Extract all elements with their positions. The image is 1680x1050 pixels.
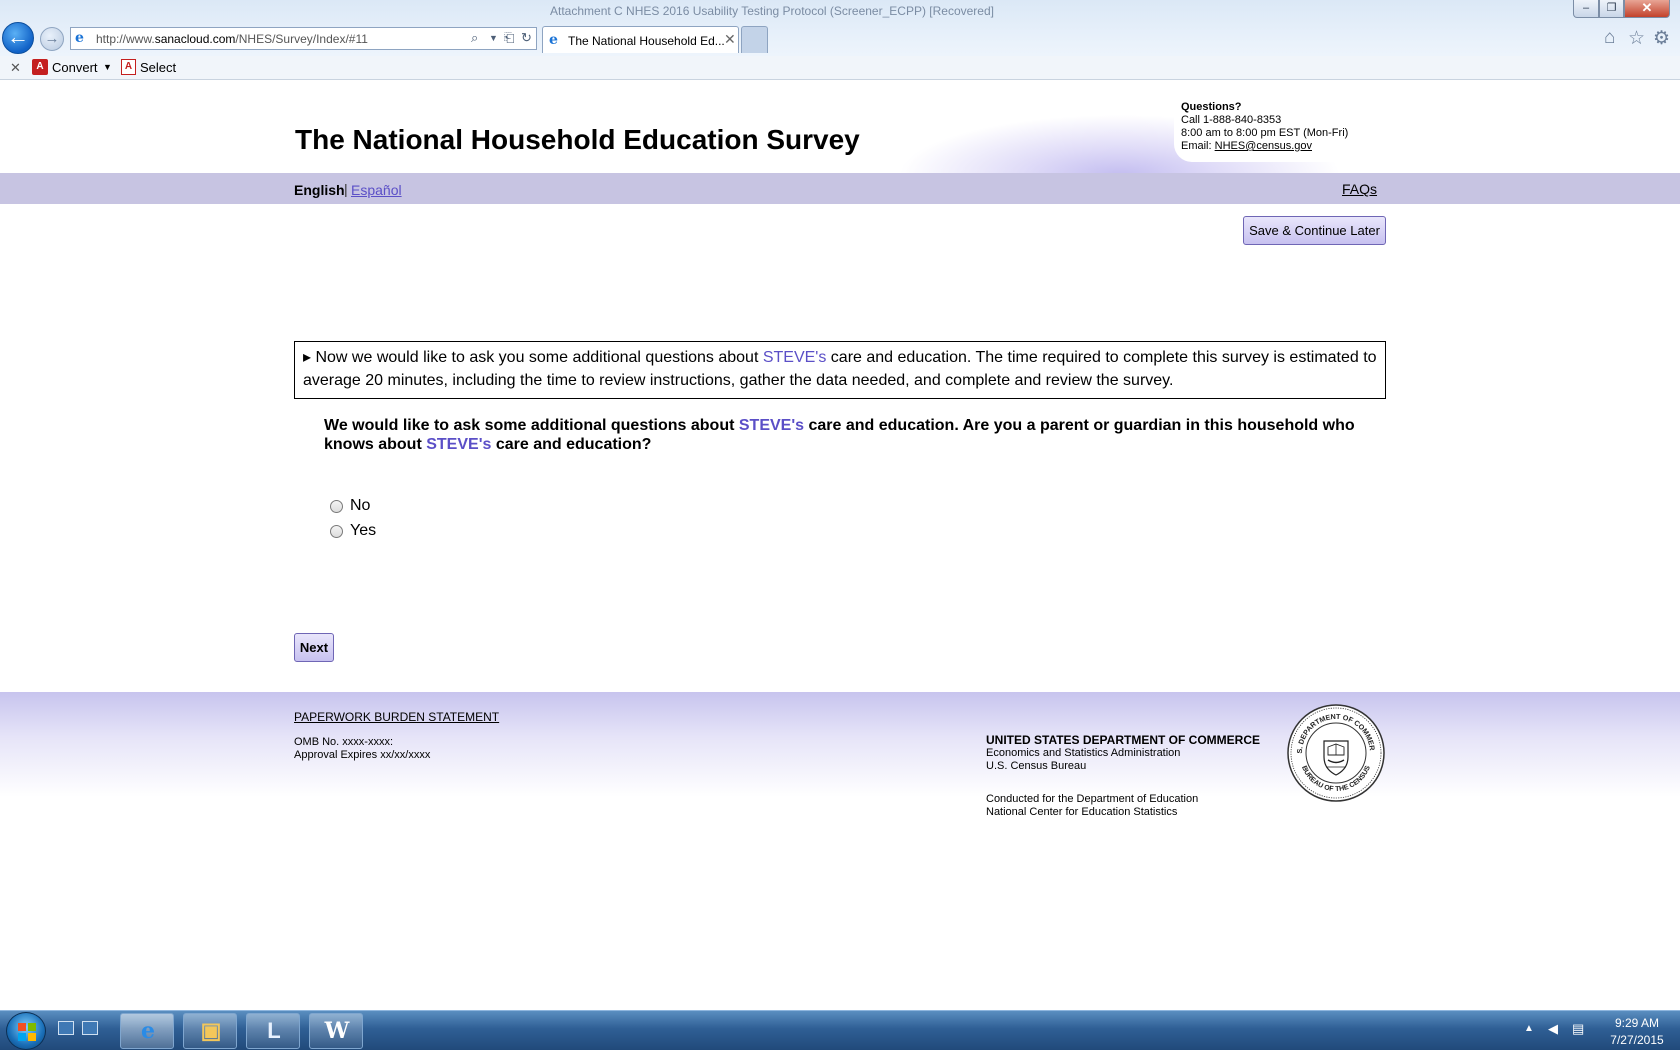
contact-phone: Call 1-888-840-8353 (1181, 114, 1282, 126)
show-desktop-icon[interactable] (58, 1021, 74, 1035)
intro-text-1: Now we would like to ask you some additi… (311, 349, 763, 366)
intro-marker: ▸ (303, 349, 312, 366)
header-band: The National Household Education Survey … (0, 80, 1680, 173)
close-toolbar-icon[interactable]: ✕ (10, 60, 21, 76)
faqs-link[interactable]: FAQs (1342, 181, 1377, 197)
child-name: STEVE's (738, 417, 805, 434)
gear-icon[interactable]: ⚙ (1653, 27, 1670, 50)
conducted-line-2: National Center for Education Statistics (986, 806, 1178, 818)
question-text: We would like to ask some additional que… (324, 416, 1384, 454)
browser-chrome: Attachment C NHES 2016 Usability Testing… (0, 0, 1680, 80)
pdf-select-icon[interactable]: A (121, 59, 136, 75)
home-icon[interactable]: ⌂ (1604, 27, 1615, 49)
network-icon[interactable]: ▤ (1572, 1021, 1584, 1037)
word-icon: W (324, 1018, 350, 1044)
search-icon[interactable]: ⌕ (471, 30, 478, 46)
page-title: The National Household Education Survey (295, 124, 860, 155)
taskbar-internet-explorer[interactable]: e (120, 1013, 174, 1049)
select-button[interactable]: Select (140, 60, 176, 75)
next-button[interactable]: Next (294, 633, 334, 662)
ie-page-icon: e (549, 32, 558, 48)
windows-logo-icon (18, 1023, 36, 1041)
radio-no[interactable] (330, 500, 343, 513)
question-part-1: We would like to ask some additional que… (324, 417, 739, 434)
clock-time[interactable]: 9:29 AM (1606, 1016, 1668, 1030)
omb-number: OMB No. xxxx-xxxx: (294, 736, 394, 748)
address-bar[interactable]: e http://www.sanacloud.com/NHES/Survey/I… (70, 27, 537, 50)
ie-icon: e (141, 1018, 155, 1044)
tab-close-icon[interactable]: ✕ (724, 31, 736, 48)
omb-info: OMB No. xxxx-xxxx: Approval Expires xx/x… (294, 736, 430, 762)
contact-hours: 8:00 am to 8:00 pm EST (Mon-Fri) (1181, 127, 1349, 139)
contact-heading: Questions? (1181, 101, 1242, 113)
ie-page-icon: e (75, 30, 84, 46)
department-info: UNITED STATES DEPARTMENT OF COMMERCE Eco… (986, 734, 1260, 773)
paperwork-burden-link[interactable]: PAPERWORK BURDEN STATEMENT (294, 710, 499, 724)
contact-box: Questions? Call 1-888-840-8353 8:00 am t… (1174, 97, 1374, 162)
contact-email-link[interactable]: NHES@census.gov (1215, 140, 1312, 152)
child-name: STEVE's (762, 349, 827, 366)
compatibility-view-icon[interactable]: ⎗ (504, 30, 514, 46)
language-english: English (294, 182, 345, 198)
department-line-3: U.S. Census Bureau (986, 760, 1087, 772)
approval-expires: Approval Expires xx/xx/xxxx (294, 749, 431, 761)
taskbar-lync[interactable]: L (246, 1013, 300, 1049)
survey-page: The National Household Education Survey … (0, 80, 1680, 1010)
answer-label-no[interactable]: No (350, 497, 370, 515)
intro-instructions: ▸ Now we would like to ask you some addi… (294, 341, 1386, 399)
taskbar-word[interactable]: W (309, 1013, 363, 1049)
conducted-for: Conducted for the Department of Educatio… (986, 793, 1198, 819)
volume-icon[interactable]: ◀ (1548, 1021, 1558, 1037)
forward-button[interactable]: → (40, 27, 64, 51)
child-name: STEVE's (426, 436, 492, 453)
refresh-icon[interactable]: ↻ (521, 30, 532, 46)
department-title: UNITED STATES DEPARTMENT OF COMMERCE (986, 733, 1260, 747)
command-bar: ✕ A Convert ▼ A Select (0, 56, 1680, 80)
chevron-down-icon[interactable]: ▼ (103, 62, 112, 72)
switch-windows-icon[interactable] (82, 1021, 98, 1035)
taskbar: e ▣ L W ▲ ◀ ▤ 9:29 AM 7/27/2015 (0, 1010, 1680, 1050)
new-tab-button[interactable] (741, 26, 768, 53)
folder-icon: ▣ (200, 1018, 222, 1043)
language-bar: English | Español FAQs (0, 173, 1680, 204)
census-seal-icon: U.S. DEPARTMENT OF COMMERCE BUREAU OF TH… (1286, 703, 1385, 802)
answer-label-yes[interactable]: Yes (350, 522, 376, 540)
convert-button[interactable]: Convert (52, 60, 98, 75)
restore-button[interactable]: ❐ (1599, 0, 1624, 18)
back-button[interactable]: ← (2, 22, 34, 54)
tab-active[interactable]: e The National Household Ed... ✕ (542, 26, 739, 53)
minimize-button[interactable]: – (1573, 0, 1599, 18)
window-title: Attachment C NHES 2016 Usability Testing… (550, 4, 994, 18)
close-window-button[interactable]: ✕ (1624, 0, 1670, 18)
radio-yes[interactable] (330, 525, 343, 538)
favorites-star-icon[interactable]: ☆ (1628, 27, 1645, 50)
pdf-convert-icon[interactable]: A (32, 59, 48, 75)
start-button[interactable] (6, 1012, 46, 1050)
language-spanish-link[interactable]: Español (351, 182, 402, 198)
contact-email-line: Email: NHES@census.gov (1181, 140, 1374, 153)
lync-icon: L (267, 1018, 281, 1043)
tab-title: The National Household Ed... (568, 34, 725, 48)
conducted-line-1: Conducted for the Department of Educatio… (986, 793, 1199, 805)
taskbar-file-explorer[interactable]: ▣ (183, 1013, 237, 1049)
footer: PAPERWORK BURDEN STATEMENT OMB No. xxxx-… (0, 692, 1680, 842)
contact-email-label: Email: (1181, 140, 1215, 152)
language-separator: | (344, 181, 348, 197)
tray-expand-icon[interactable]: ▲ (1524, 1023, 1534, 1034)
department-line-2: Economics and Statistics Administration (986, 747, 1181, 759)
chevron-down-icon[interactable]: ▼ (489, 33, 498, 43)
save-continue-later-button[interactable]: Save & Continue Later (1243, 216, 1386, 245)
clock-date[interactable]: 7/27/2015 (1602, 1033, 1672, 1047)
address-url[interactable]: http://www.sanacloud.com/NHES/Survey/Ind… (96, 32, 368, 46)
question-part-3: care and education? (491, 436, 652, 453)
